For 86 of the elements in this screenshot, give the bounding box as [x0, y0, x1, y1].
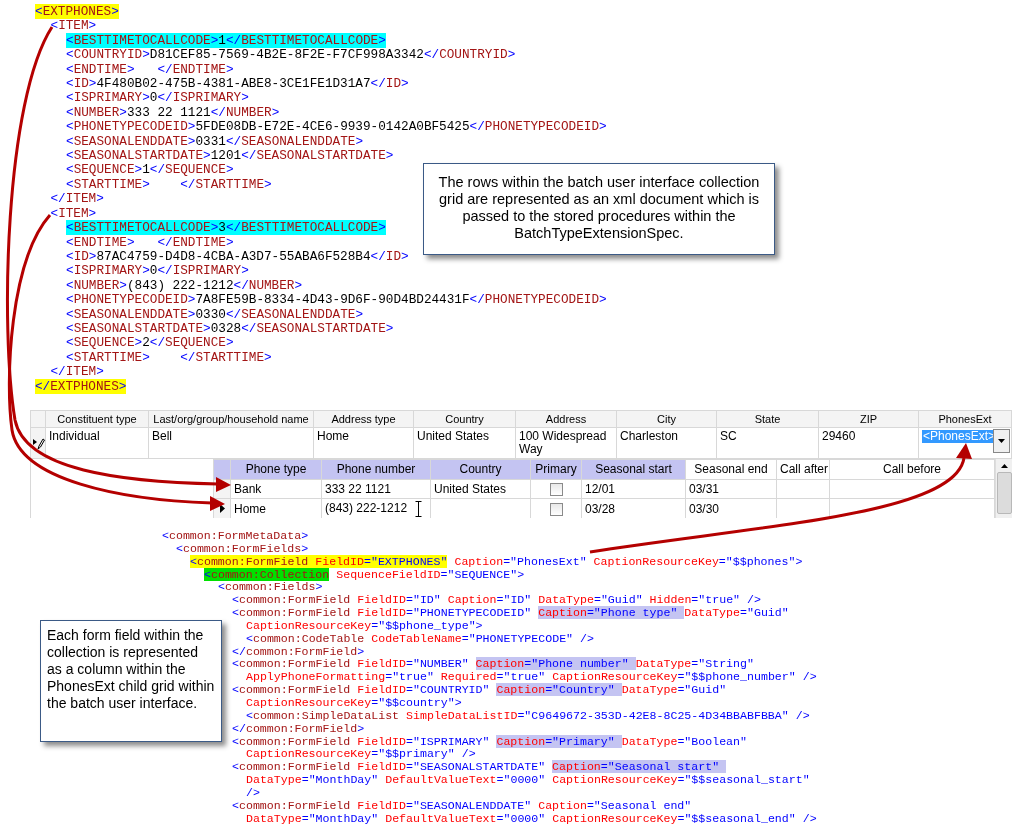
grid-cell: 12/01 [581, 479, 686, 499]
xml-line: <common:FormField FieldID="SEASONALSTARTDATE" Caption="Seasonal start" [232, 761, 727, 775]
grid-cell: United States [417, 430, 490, 443]
text-cursor-icon [415, 500, 423, 517]
xml-line: <SEQUENCE>1</SEQUENCE> [66, 163, 234, 178]
xml-line: <STARTTIME> </STARTTIME> [66, 350, 272, 366]
column-header: Primary [530, 459, 582, 480]
xml-line: <SEASONALSTARTDATE>1201</SEASONALSTARTDATE> [66, 149, 394, 164]
xml-line: </ITEM> [50, 365, 104, 380]
xml-line: </common:FormField> [232, 722, 365, 736]
xml-line: /> [246, 786, 260, 800]
column-header: City [616, 410, 717, 428]
xml-line: <ENDTIME> </ENDTIME> [66, 235, 234, 250]
column-header: Country [413, 410, 516, 428]
xml-line: <common:FormMetaData> [162, 530, 309, 543]
caret-icon [998, 439, 1005, 443]
xml-line: <ENDTIME> </ENDTIME> [66, 62, 234, 78]
xml-line: <SEASONALSTARTDATE>0328</SEASONALSTARTDATE> [66, 321, 394, 337]
checkbox[interactable] [549, 502, 563, 516]
column-header: Seasonal end [685, 459, 777, 480]
xml-line: <ISPRIMARY>0</ISPRIMARY> [66, 91, 249, 106]
grid-cell: 29460 [822, 430, 856, 443]
grid-cell [776, 479, 830, 499]
xml-line: <common:FormFields> [176, 542, 309, 556]
xml-line: <common:FormField FieldID="ISPRIMARY" Caption="Primary" DataType="Boolean" [232, 735, 747, 749]
grid-cell: Home [317, 430, 349, 443]
xml-line: CaptionResourceKey="$$primary" /> [246, 748, 476, 762]
column-header: Call before [829, 459, 995, 480]
callout-note: The rows within the batch user interface collection grid are represented as an xml document which is passed to the stored procedures within the BatchTypeExtensionSpec. [423, 163, 775, 255]
xml-line: <NUMBER>(843) 222-1212</NUMBER> [66, 278, 303, 294]
column-header: Country [430, 459, 531, 480]
xml-line: ApplyPhoneFormatting="true" Required="true" CaptionResourceKey="$$phone_number" /> [246, 671, 817, 685]
grid-cell-text: 100 Widespread Way [519, 430, 608, 456]
callout-note: Each form field within the collection is represented as a column within the PhonesExt child grid within the batch user interface. [40, 620, 222, 742]
xml-line: <common:FormField FieldID="COUNTRYID" Caption="Country" DataType="Guid" [232, 684, 727, 697]
grid-cell: Individual [49, 430, 100, 443]
up-arrow-icon [1000, 464, 1008, 468]
xml-line: DataType="MonthDay" DefaultValueText="0000" CaptionResourceKey="$$seasonal_end" /> [246, 812, 817, 826]
xml-line: <STARTTIME> </STARTTIME> [66, 177, 272, 193]
xml-line: <common:FormField FieldID="NUMBER" Caption="Phone number" DataType="String" [232, 658, 754, 672]
column-header: Constituent type [45, 410, 149, 428]
checkbox[interactable] [549, 483, 563, 497]
xml-line: <NUMBER>333 22 1121</NUMBER> [66, 105, 280, 121]
column-header: ZIP [818, 410, 919, 428]
xml-line: <common:FormField FieldID="PHONETYPECODEID" Caption="Phone type" DataType="Guid" [232, 607, 789, 620]
grid-cell: United States [430, 479, 531, 499]
xml-line: <PHONETYPECODEID>5FDE08DB-E72E-4CE6-9939-0142A0BF5425</PHONETYPECODEID> [66, 120, 607, 135]
xml-line: <common:CodeTable CodeTableName="PHONETYPECODE" /> [246, 632, 594, 646]
scrollbar[interactable] [995, 459, 1012, 518]
column-header: Phone type [230, 459, 322, 480]
xml-line: </common:FormField> [232, 645, 365, 659]
xml-line: CaptionResourceKey="$$phone_type"> [246, 619, 483, 633]
xml-line: <SEQUENCE>2</SEQUENCE> [66, 336, 234, 351]
grid-cell: Charleston [620, 430, 679, 443]
grid-cell: SC [720, 430, 737, 443]
column-header: Last/org/group/household name [148, 410, 314, 428]
xml-line: CaptionResourceKey="$$country"> [246, 696, 462, 710]
grid-cell: Bell [152, 430, 172, 443]
xml-line: <common:SimpleDataList SimpleDataListID="C9649672-353D-42E8-8C25-4D34BBABFBBA" /> [246, 709, 810, 723]
xml-line: <common:Collection SequenceFieldID="SEQUENCE"> [204, 568, 525, 582]
grid-cell: 333 22 1121 [321, 479, 431, 499]
column-header: PhonesExt [918, 410, 1012, 428]
xml-line: <PHONETYPECODEID>7A8FE59B-8334-4D43-9D6F-90D4BD24431F</PHONETYPECODEID> [66, 293, 607, 308]
xml-line: </ITEM> [50, 192, 104, 207]
grid-cell: Bank [230, 479, 322, 499]
column-header: Call after [776, 459, 830, 480]
column-header: Seasonal start [581, 459, 686, 480]
xml-line: <common:FormField FieldID="ID" Caption="ID" DataType="Guid" Hidden="true" /> [232, 594, 761, 608]
column-header: Phone number [321, 459, 431, 480]
dropdown-button[interactable] [993, 429, 1010, 453]
xml-line: <ID>87AC4759-D4D8-4CBA-A3D7-55ABA6F528B4</ID> [66, 249, 409, 265]
column-header: State [716, 410, 819, 428]
xml-line: <ITEM> [50, 206, 97, 222]
xml-line: <SEASONALENDDATE>0331</SEASONALENDDATE> [66, 134, 363, 150]
xml-line: <SEASONALENDDATE>0330</SEASONALENDDATE> [66, 307, 363, 322]
grid-cell: 03/31 [685, 479, 777, 499]
xml-line: <common:FormField FieldID="SEASONALENDDATE" Caption="Seasonal end" [232, 799, 692, 813]
column-header: Address type [313, 410, 414, 428]
xml-line: <common:FormField FieldID="EXTPHONES" Caption="PhonesExt" CaptionResourceKey="$$phones"> [190, 555, 803, 569]
xml-line: DataType="MonthDay" DefaultValueText="0000" CaptionResourceKey="$$seasonal_start" [246, 774, 810, 787]
xml-line: <ISPRIMARY>0</ISPRIMARY> [66, 264, 249, 279]
xml-line: <COUNTRYID>D81CEF85-7569-4B2E-8F2E-F7CF998A3342</COUNTRYID> [66, 48, 516, 63]
xml-line: <ITEM> [50, 19, 97, 34]
column-header: Address [515, 410, 617, 428]
xml-line: <ID>4F480B02-475B-4381-ABE8-3CE1FE1D31A7</ID> [66, 77, 409, 92]
xml-line: <common:Fields> [218, 581, 323, 595]
